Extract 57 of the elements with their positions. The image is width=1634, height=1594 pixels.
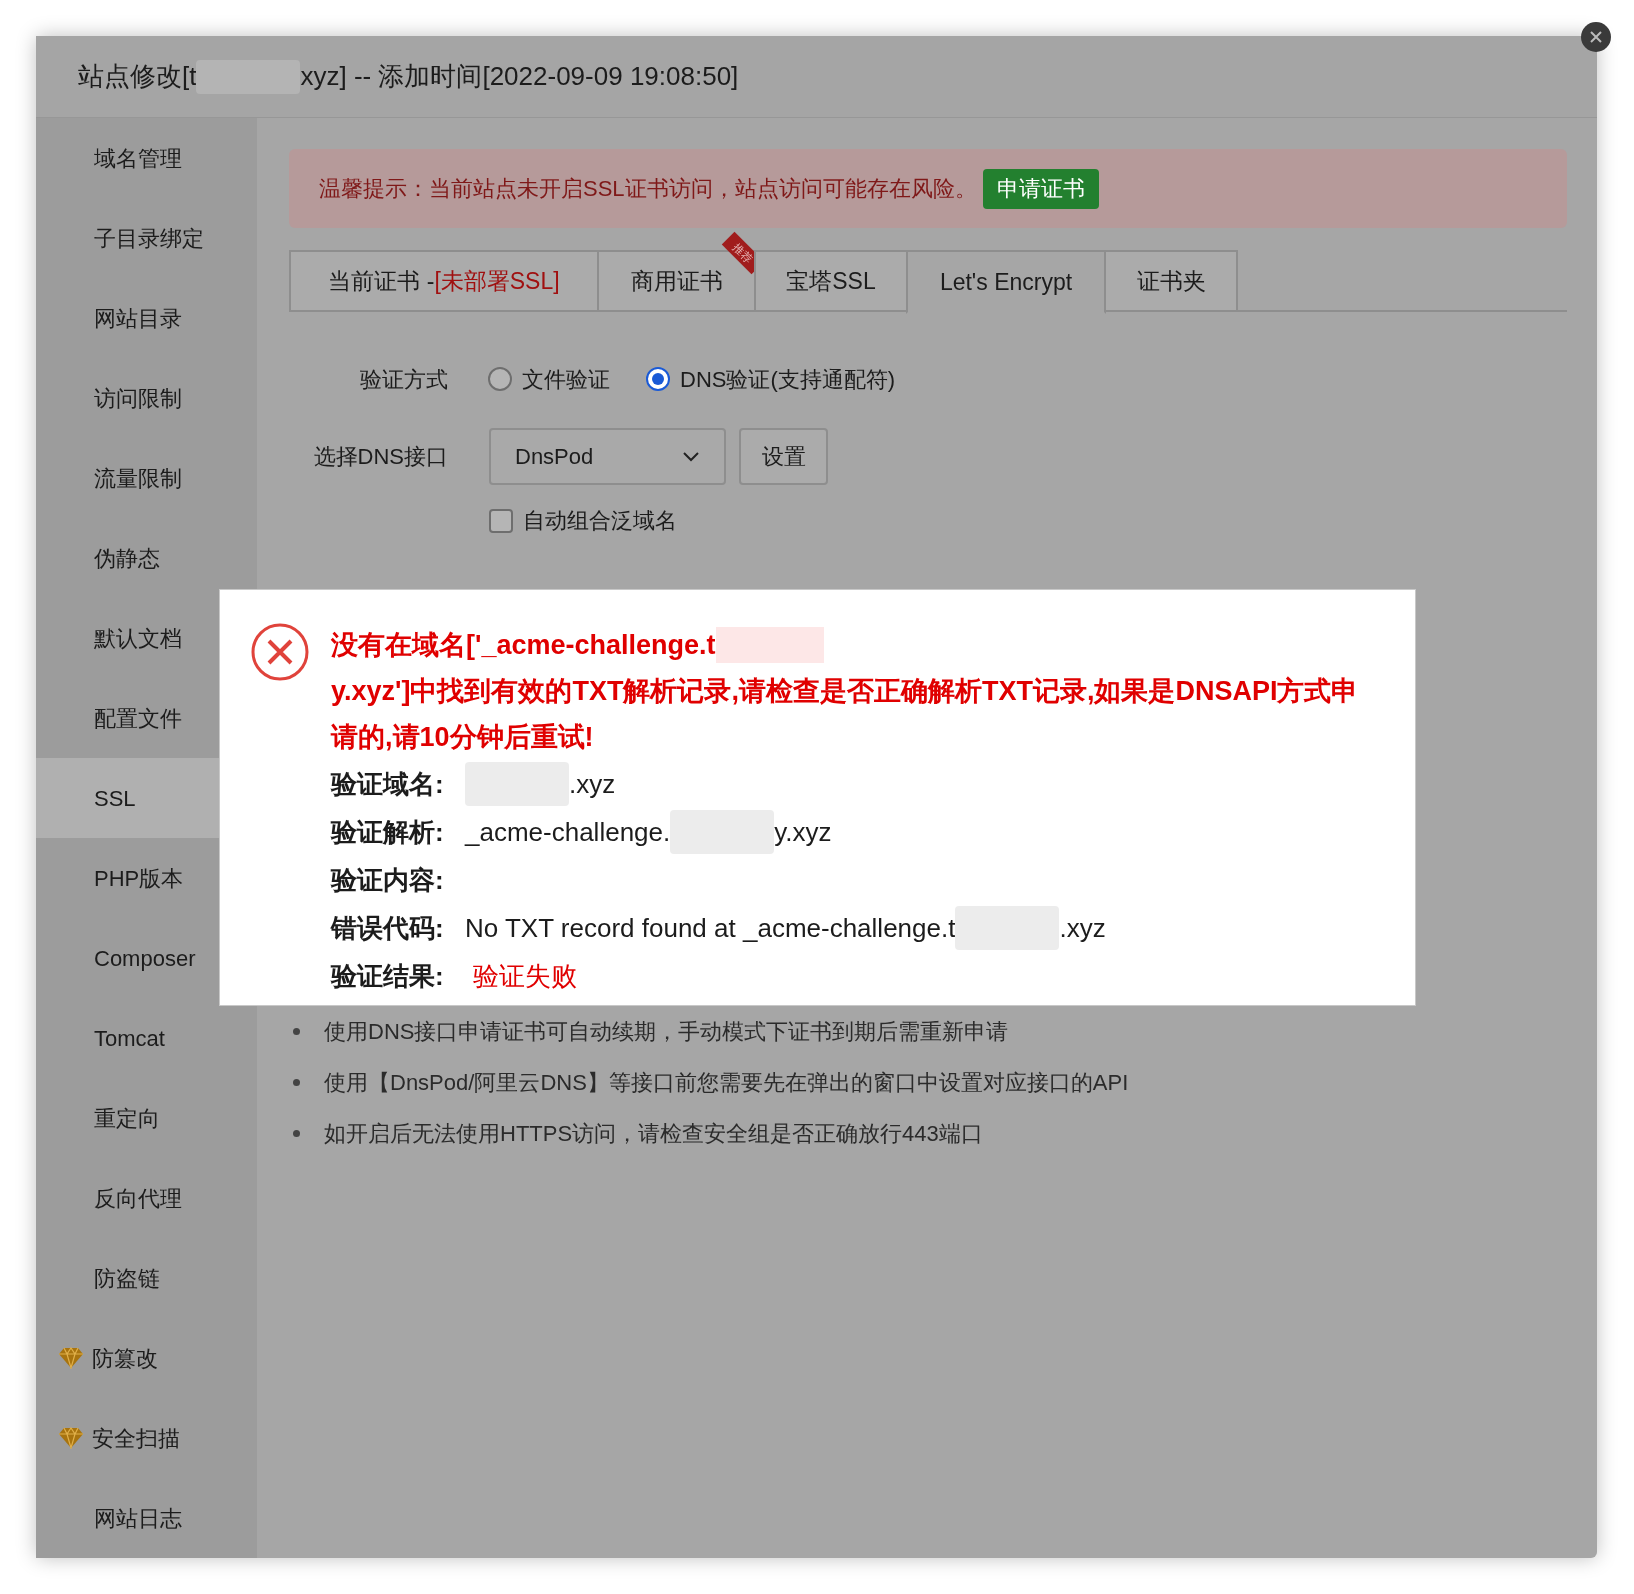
radio-label: 文件验证	[522, 365, 610, 394]
error-message: y.xyz']中找到有效的TXT解析记录,请检查是否正确解析TXT记录,如果是DNSAPI方式申请的,请10分钟后重试!	[331, 675, 1360, 754]
field-label: 验证方式	[359, 365, 448, 394]
error-message: 没有在域名['_acme-challenge.t	[331, 629, 716, 662]
bullet-icon	[293, 1130, 300, 1137]
result-label: 验证域名:	[331, 767, 445, 801]
field-label: 选择DNS接口	[312, 443, 448, 471]
note-text: 使用DNS接口申请证书可自动续期，手动模式下证书到期后需重新申请	[324, 1018, 1009, 1046]
radio-button[interactable]	[646, 367, 670, 391]
diamond-icon	[58, 1347, 84, 1369]
apply-certificate-button[interactable]: 申请证书	[982, 168, 1099, 209]
dns-select[interactable]: DnsPod	[489, 428, 726, 485]
sidebar-item[interactable]: 流量限制	[36, 438, 257, 518]
tab[interactable]: 当前证书 -[未部署SSL]	[289, 250, 599, 312]
chevron-down-icon	[682, 450, 700, 463]
note-text: 使用【DnsPod/阿里云DNS】等接口前您需要先在弹出的窗口中设置对应接口的API	[324, 1069, 1129, 1097]
diamond-icon	[58, 1427, 84, 1449]
warning-text: 温馨提示：当前站点未开启SSL证书访问，站点访问可能存在风险。	[319, 175, 977, 203]
sidebar-item[interactable]: 访问限制	[36, 358, 257, 438]
error-icon	[250, 622, 310, 682]
sidebar-item[interactable]: 防篡改	[36, 1318, 257, 1398]
settings-button[interactable]: 设置	[739, 428, 828, 485]
note-text: 如开启后无法使用HTTPS访问，请检查安全组是否正确放行443端口	[324, 1120, 983, 1148]
result-value: 验证失败	[473, 959, 577, 993]
result-label: 验证结果:	[331, 959, 445, 993]
checkbox-label: 自动组合泛域名	[523, 507, 677, 535]
radio-label: DNS验证(支持通配符)	[680, 365, 896, 394]
result-value: _acme-challenge.	[465, 815, 671, 849]
window-title: 站点修改[t	[78, 60, 197, 93]
tab[interactable]: 证书夹	[1104, 250, 1238, 312]
tab[interactable]: 宝塔SSL	[754, 250, 908, 312]
sidebar-item[interactable]: 反向代理	[36, 1158, 257, 1238]
checkbox[interactable]	[489, 508, 513, 533]
tab-note: [未部署SSL]	[434, 266, 560, 296]
sidebar-item[interactable]: 防盗链	[36, 1238, 257, 1318]
sidebar-item[interactable]: Tomcat	[36, 998, 257, 1078]
result-label: 验证内容:	[331, 863, 445, 897]
radio-button[interactable]	[488, 367, 512, 391]
sidebar-item[interactable]: 网站日志	[36, 1478, 257, 1558]
sidebar-item[interactable]: 伪静态	[36, 518, 257, 598]
sidebar-item[interactable]: 域名管理	[36, 118, 257, 198]
sidebar-item[interactable]: 子目录绑定	[36, 198, 257, 278]
window-title: xyz] -- 添加时间[2022-09-09 19:08:50]	[300, 60, 739, 93]
bullet-icon	[293, 1028, 300, 1035]
result-value: y.xyz	[774, 815, 832, 849]
bullet-icon	[293, 1079, 300, 1086]
result-value: .xyz	[1059, 911, 1106, 945]
sidebar-item[interactable]: 网站目录	[36, 278, 257, 358]
close-button[interactable]	[1581, 22, 1611, 52]
sidebar-item[interactable]: 重定向	[36, 1078, 257, 1158]
result-label: 验证解析:	[331, 815, 445, 849]
sidebar-item[interactable]: 安全扫描	[36, 1398, 257, 1478]
close-icon	[1589, 30, 1603, 44]
tab[interactable]: Let's Encrypt	[906, 250, 1106, 314]
result-value: No TXT record found at _acme-challenge.t	[465, 911, 956, 945]
result-label: 错误代码:	[331, 911, 445, 945]
result-value: .xyz	[569, 767, 616, 801]
